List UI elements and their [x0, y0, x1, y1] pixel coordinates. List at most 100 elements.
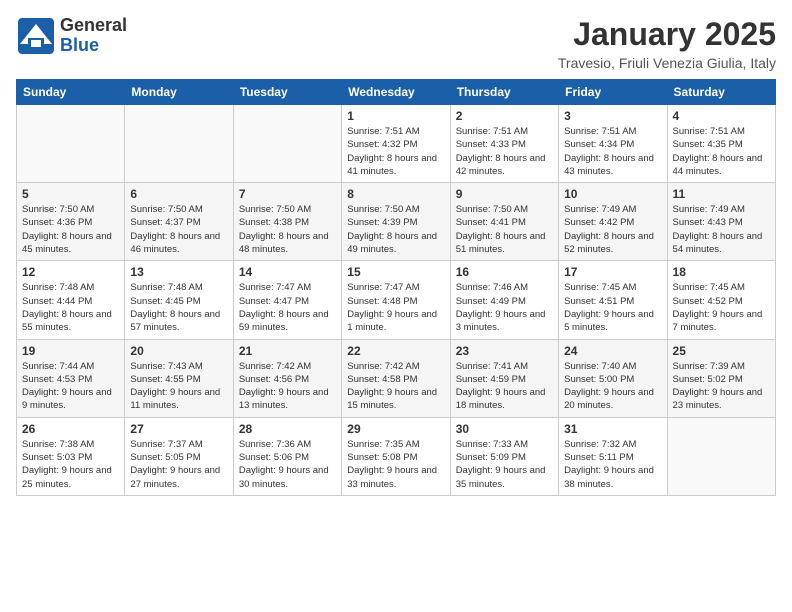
calendar-cell: 7 Sunrise: 7:50 AM Sunset: 4:38 PM Daylig… — [233, 183, 341, 261]
cell-date-number: 3 — [564, 109, 661, 123]
calendar-cell: 22 Sunrise: 7:42 AM Sunset: 4:58 PM Dayli… — [342, 339, 450, 417]
title-area: January 2025 Travesio, Friuli Venezia Gi… — [558, 16, 776, 71]
cell-info: Sunrise: 7:44 AM Sunset: 4:53 PM Dayligh… — [22, 360, 119, 413]
calendar-cell: 6Sunrise: 7:50 AM Sunset: 4:37 PM Daylig… — [125, 183, 233, 261]
cell-info: Sunrise: 7:51 AM Sunset: 4:33 PM Dayligh… — [456, 125, 553, 178]
cell-date-number: 11 — [673, 187, 770, 201]
cell-date-number: 30 — [456, 422, 553, 436]
day-header-friday: Friday — [559, 80, 667, 105]
calendar-cell: 19 Sunrise: 7:44 AM Sunset: 4:53 PM Dayli… — [17, 339, 125, 417]
day-header-tuesday: Tuesday — [233, 80, 341, 105]
calendar-cell: 26 Sunrise: 7:38 AM Sunset: 5:03 PM Dayli… — [17, 417, 125, 495]
logo-icon — [16, 16, 56, 56]
calendar-cell: 20 Sunrise: 7:43 AM Sunset: 4:55 PM Dayli… — [125, 339, 233, 417]
cell-date-number: 26 — [22, 422, 119, 436]
day-header-monday: Monday — [125, 80, 233, 105]
logo-blue: Blue — [60, 35, 99, 55]
logo: General Blue — [16, 16, 127, 56]
cell-info: Sunrise: 7:39 AM Sunset: 5:02 PM Dayligh… — [673, 360, 770, 413]
calendar-cell: 17Sunrise: 7:45 AM Sunset: 4:51 PM Dayli… — [559, 261, 667, 339]
cell-date-number: 23 — [456, 344, 553, 358]
calendar-cell: 5 Sunrise: 7:50 AM Sunset: 4:36 PM Daylig… — [17, 183, 125, 261]
cell-info: Sunrise: 7:50 AM Sunset: 4:37 PM Dayligh… — [130, 203, 227, 256]
calendar-cell: 18 Sunrise: 7:45 AM Sunset: 4:52 PM Dayli… — [667, 261, 775, 339]
cell-date-number: 20 — [130, 344, 227, 358]
cell-info: Sunrise: 7:33 AM Sunset: 5:09 PM Dayligh… — [456, 438, 553, 491]
calendar-cell: 30 Sunrise: 7:33 AM Sunset: 5:09 PM Dayli… — [450, 417, 558, 495]
cell-info: Sunrise: 7:51 AM Sunset: 4:35 PM Dayligh… — [673, 125, 770, 178]
calendar-cell — [125, 105, 233, 183]
cell-info: Sunrise: 7:47 AM Sunset: 4:47 PM Dayligh… — [239, 281, 336, 334]
calendar-cell: 15Sunrise: 7:47 AM Sunset: 4:48 PM Dayli… — [342, 261, 450, 339]
calendar-header-row: SundayMondayTuesdayWednesdayThursdayFrid… — [17, 80, 776, 105]
cell-date-number: 31 — [564, 422, 661, 436]
month-title: January 2025 — [558, 16, 776, 53]
day-header-sunday: Sunday — [17, 80, 125, 105]
calendar-cell: 24 Sunrise: 7:40 AM Sunset: 5:00 PM Dayli… — [559, 339, 667, 417]
cell-date-number: 12 — [22, 265, 119, 279]
cell-date-number: 9 — [456, 187, 553, 201]
cell-date-number: 25 — [673, 344, 770, 358]
cell-date-number: 24 — [564, 344, 661, 358]
cell-info: Sunrise: 7:51 AM Sunset: 4:34 PM Dayligh… — [564, 125, 661, 178]
day-header-thursday: Thursday — [450, 80, 558, 105]
cell-info: Sunrise: 7:38 AM Sunset: 5:03 PM Dayligh… — [22, 438, 119, 491]
cell-date-number: 22 — [347, 344, 444, 358]
cell-date-number: 2 — [456, 109, 553, 123]
cell-info: Sunrise: 7:49 AM Sunset: 4:43 PM Dayligh… — [673, 203, 770, 256]
calendar-week-5: 26 Sunrise: 7:38 AM Sunset: 5:03 PM Dayli… — [17, 417, 776, 495]
day-header-saturday: Saturday — [667, 80, 775, 105]
calendar-cell: 10Sunrise: 7:49 AM Sunset: 4:42 PM Dayli… — [559, 183, 667, 261]
cell-info: Sunrise: 7:42 AM Sunset: 4:56 PM Dayligh… — [239, 360, 336, 413]
header: General Blue January 2025 Travesio, Friu… — [16, 16, 776, 71]
cell-date-number: 1 — [347, 109, 444, 123]
cell-date-number: 7 — [239, 187, 336, 201]
calendar-cell: 14 Sunrise: 7:47 AM Sunset: 4:47 PM Dayli… — [233, 261, 341, 339]
logo-general: General — [60, 15, 127, 35]
cell-info: Sunrise: 7:40 AM Sunset: 5:00 PM Dayligh… — [564, 360, 661, 413]
calendar-cell: 27Sunrise: 7:37 AM Sunset: 5:05 PM Dayli… — [125, 417, 233, 495]
calendar-cell: 29Sunrise: 7:35 AM Sunset: 5:08 PM Dayli… — [342, 417, 450, 495]
logo-text: General Blue — [60, 16, 127, 56]
cell-info: Sunrise: 7:32 AM Sunset: 5:11 PM Dayligh… — [564, 438, 661, 491]
cell-date-number: 29 — [347, 422, 444, 436]
calendar-week-3: 12 Sunrise: 7:48 AM Sunset: 4:44 PM Dayli… — [17, 261, 776, 339]
cell-info: Sunrise: 7:50 AM Sunset: 4:39 PM Dayligh… — [347, 203, 444, 256]
calendar-cell — [667, 417, 775, 495]
cell-info: Sunrise: 7:50 AM Sunset: 4:38 PM Dayligh… — [239, 203, 336, 256]
calendar-table: SundayMondayTuesdayWednesdayThursdayFrid… — [16, 79, 776, 496]
calendar-cell: 1 Sunrise: 7:51 AM Sunset: 4:32 PM Daylig… — [342, 105, 450, 183]
cell-date-number: 4 — [673, 109, 770, 123]
calendar-cell: 31 Sunrise: 7:32 AM Sunset: 5:11 PM Dayli… — [559, 417, 667, 495]
day-header-wednesday: Wednesday — [342, 80, 450, 105]
location-title: Travesio, Friuli Venezia Giulia, Italy — [558, 55, 776, 71]
calendar-cell — [233, 105, 341, 183]
cell-date-number: 14 — [239, 265, 336, 279]
cell-date-number: 21 — [239, 344, 336, 358]
calendar-cell: 3 Sunrise: 7:51 AM Sunset: 4:34 PM Daylig… — [559, 105, 667, 183]
cell-info: Sunrise: 7:42 AM Sunset: 4:58 PM Dayligh… — [347, 360, 444, 413]
cell-info: Sunrise: 7:47 AM Sunset: 4:48 PM Dayligh… — [347, 281, 444, 334]
cell-date-number: 10 — [564, 187, 661, 201]
calendar-cell: 25 Sunrise: 7:39 AM Sunset: 5:02 PM Dayli… — [667, 339, 775, 417]
calendar-cell: 12 Sunrise: 7:48 AM Sunset: 4:44 PM Dayli… — [17, 261, 125, 339]
cell-date-number: 28 — [239, 422, 336, 436]
cell-date-number: 16 — [456, 265, 553, 279]
cell-info: Sunrise: 7:48 AM Sunset: 4:44 PM Dayligh… — [22, 281, 119, 334]
cell-info: Sunrise: 7:45 AM Sunset: 4:51 PM Dayligh… — [564, 281, 661, 334]
cell-info: Sunrise: 7:48 AM Sunset: 4:45 PM Dayligh… — [130, 281, 227, 334]
calendar-week-4: 19 Sunrise: 7:44 AM Sunset: 4:53 PM Dayli… — [17, 339, 776, 417]
cell-info: Sunrise: 7:51 AM Sunset: 4:32 PM Dayligh… — [347, 125, 444, 178]
calendar-cell: 13Sunrise: 7:48 AM Sunset: 4:45 PM Dayli… — [125, 261, 233, 339]
cell-info: Sunrise: 7:36 AM Sunset: 5:06 PM Dayligh… — [239, 438, 336, 491]
cell-date-number: 18 — [673, 265, 770, 279]
cell-info: Sunrise: 7:50 AM Sunset: 4:41 PM Dayligh… — [456, 203, 553, 256]
cell-date-number: 19 — [22, 344, 119, 358]
calendar-cell: 28 Sunrise: 7:36 AM Sunset: 5:06 PM Dayli… — [233, 417, 341, 495]
calendar-body: 1 Sunrise: 7:51 AM Sunset: 4:32 PM Daylig… — [17, 105, 776, 496]
cell-date-number: 5 — [22, 187, 119, 201]
cell-date-number: 27 — [130, 422, 227, 436]
cell-info: Sunrise: 7:45 AM Sunset: 4:52 PM Dayligh… — [673, 281, 770, 334]
cell-info: Sunrise: 7:43 AM Sunset: 4:55 PM Dayligh… — [130, 360, 227, 413]
cell-info: Sunrise: 7:50 AM Sunset: 4:36 PM Dayligh… — [22, 203, 119, 256]
